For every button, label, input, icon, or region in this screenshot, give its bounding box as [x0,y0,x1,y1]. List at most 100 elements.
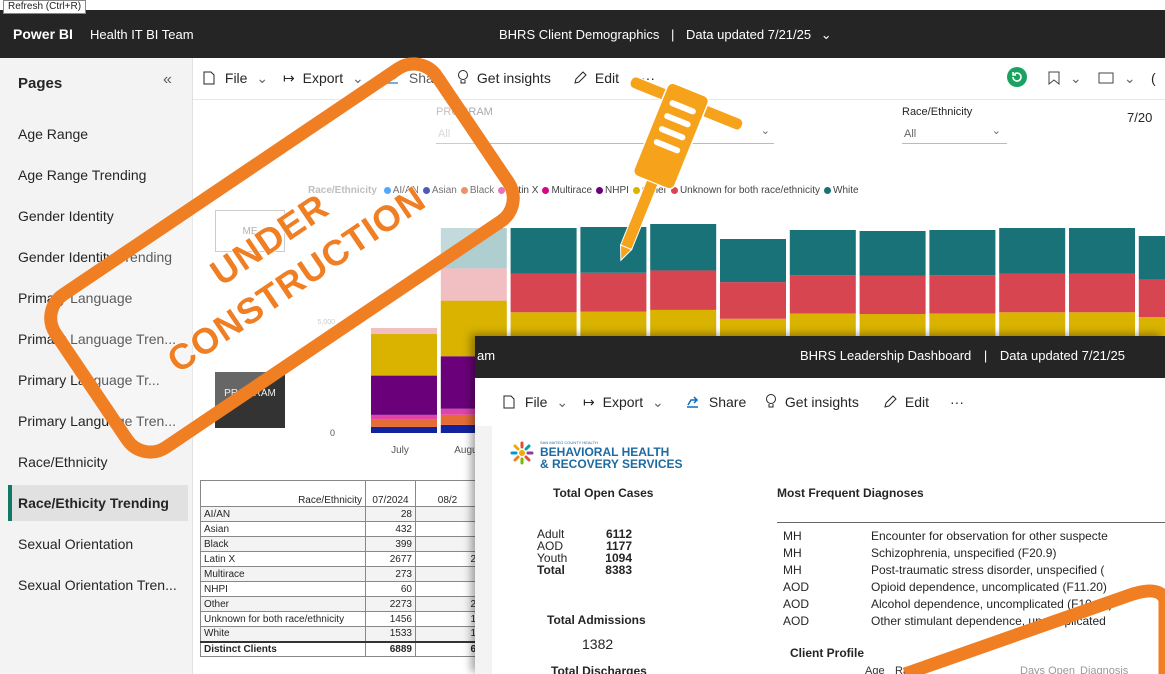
sidebar-page-item[interactable]: Primary Language [8,280,188,316]
comment-icon[interactable]: ( [1151,70,1156,86]
chevron-down-icon: ⌄ [1069,70,1082,86]
race-slicer[interactable]: All ⌄ [902,122,1007,144]
share-icon [387,72,399,84]
table-total-row[interactable]: Distinct Clients 6889 6 [200,640,480,657]
chart-bar-segment[interactable] [650,270,717,310]
data-updated: Data updated 7/21/25 [686,27,812,42]
legend-dot-icon [542,187,550,194]
edit-button[interactable]: Edit [573,70,619,86]
chart-bar-segment[interactable] [859,275,926,315]
legend-item[interactable]: NHPI [592,185,629,196]
me-button[interactable]: ME [215,210,285,252]
table-row[interactable]: White 1533 1 [200,626,480,642]
sidebar-page-item[interactable]: Race/Ethicity Trending [8,485,188,521]
table-header-period[interactable]: 07/2024 [365,480,416,507]
program-button[interactable]: PROGRAM [215,372,285,428]
legend-item[interactable]: Latin X [494,185,538,196]
legend-item[interactable]: White [820,185,859,196]
chart-bar-segment[interactable] [580,272,647,312]
file-icon [203,71,215,85]
overlay-title[interactable]: BHRS Leadership Dashboard | Data updated… [800,348,1125,363]
chart-bar-segment[interactable] [789,275,856,314]
overlay-more-button[interactable]: ··· [950,394,964,410]
table-cell-label: Latin X [200,551,366,567]
sidebar-page-item[interactable]: Primary Language Tren... [8,321,188,357]
chart-bar-segment[interactable] [1069,273,1135,313]
share-button[interactable]: Share [385,70,446,86]
chart-bar-segment[interactable] [371,375,437,415]
chart-bar-segment[interactable] [1069,228,1135,274]
chart-bar-segment[interactable] [999,228,1066,274]
chart-bar-segment[interactable] [650,224,717,271]
more-options-button[interactable]: ··· [641,70,655,86]
chart-bar-segment[interactable] [999,273,1066,313]
chart-bar-segment[interactable] [371,426,437,433]
table-row[interactable]: Asian 432 [200,521,480,537]
legend-item[interactable]: Other [629,185,667,196]
chart-bar-segment[interactable] [789,230,856,276]
chart-bar-segment[interactable] [440,268,507,301]
sidebar-page-item[interactable]: Gender Identity [8,198,188,234]
overlay-insights-button[interactable]: Get insights [765,394,859,410]
table-row[interactable]: Black 399 [200,536,480,552]
table-row[interactable]: NHPI 60 [200,581,480,597]
table-cell-value: 273 [365,566,416,582]
chart-bar-segment[interactable] [371,414,437,420]
chart-bar-segment[interactable] [859,231,926,276]
chart-bar-segment[interactable] [440,228,507,269]
export-menu[interactable]: ↦ Export ⌄ [283,70,364,87]
sidebar-page-item[interactable]: Sexual Orientation Tren... [8,567,188,603]
table-row[interactable]: AI/AN 28 [200,506,480,522]
table-header-race[interactable]: Race/Ethnicity [200,480,366,507]
overlay-export-menu[interactable]: ↦ Export ⌄ [583,394,664,411]
table-header-period[interactable]: 08/2 [415,480,480,507]
report-title[interactable]: BHRS Client Demographics | Data updated … [499,27,832,43]
sidebar-page-item[interactable]: Primary Language Tr... [8,362,188,398]
table-row[interactable]: Other 2273 2 [200,596,480,612]
discharges-title: Total Discharges [551,664,647,674]
refresh-button[interactable] [1007,67,1027,90]
chart-bar-segment[interactable] [580,227,647,273]
chart-bar-segment[interactable] [1138,236,1165,280]
program-slicer[interactable]: All ⌄ [436,122,774,144]
chevron-down-icon[interactable]: ⌄ [821,27,832,42]
bookmark-menu[interactable]: ⌄ [1048,70,1082,87]
legend-item[interactable]: Multirace [538,185,592,196]
chart-bar-segment[interactable] [929,230,996,276]
chart-bar-segment[interactable] [371,328,437,335]
view-menu[interactable]: ⌄ [1098,70,1136,87]
chart-bar-segment[interactable] [1138,279,1165,317]
sidebar-page-item[interactable]: Age Range [8,116,188,152]
overlay-share-button[interactable]: Share [685,394,746,410]
power-bi-brand[interactable]: Power BI [13,26,73,42]
diagnoses-divider [777,522,1165,523]
legend-item[interactable]: Unknown for both race/ethnicity [667,185,820,196]
overlay-file-menu[interactable]: File ⌄ [503,394,568,411]
sidebar-page-item[interactable]: Race/Ethnicity [8,444,188,480]
sidebar-page-item[interactable]: Sexual Orientation [8,526,188,562]
get-insights-button[interactable]: Get insights [457,70,551,86]
legend-item[interactable]: Asian [419,185,457,196]
legend-item[interactable]: Black [457,185,494,196]
sidebar-page-item[interactable]: Primary Language Tren... [8,403,188,439]
collapse-pane-icon[interactable]: « [163,71,172,89]
chart-bar-segment[interactable] [929,275,996,314]
workspace-name[interactable]: Health IT BI Team [90,27,194,42]
legend-label: AI/AN [392,185,419,196]
file-menu[interactable]: File ⌄ [203,70,268,87]
pencil-icon [884,395,897,408]
chart-bar-segment[interactable] [371,334,437,376]
chart-bar-segment[interactable] [720,239,786,283]
table-row[interactable]: Multirace 273 [200,566,480,582]
chart-bar-segment[interactable] [371,419,437,427]
legend-item[interactable]: AI/AN [380,185,419,196]
overlay-edit-button[interactable]: Edit [883,394,929,410]
table-row[interactable]: Latin X 2677 2 [200,551,480,567]
table-row[interactable]: Unknown for both race/ethnicity 1456 1 [200,611,480,627]
sidebar-page-item[interactable]: Age Range Trending [8,157,188,193]
legend-dot-icon [670,187,678,194]
chart-bar-segment[interactable] [720,282,786,319]
chart-bar-segment[interactable] [510,228,577,274]
chart-bar-segment[interactable] [510,273,577,313]
sidebar-page-item[interactable]: Gender Identity Trending [8,239,188,275]
